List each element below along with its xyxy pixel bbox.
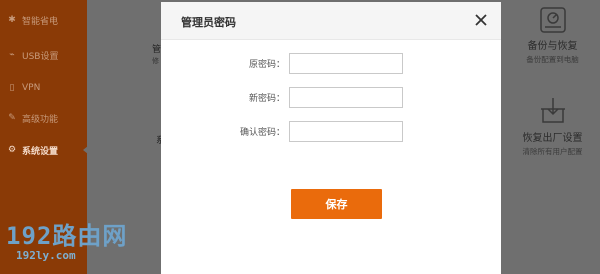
watermark-url: 192ly.com: [16, 249, 76, 262]
card-subtitle: 清除所有用户配置: [522, 147, 583, 156]
gear-icon: ⚙: [7, 145, 17, 155]
confirm-password-input[interactable]: [289, 121, 403, 142]
factory-reset-icon: [540, 98, 565, 123]
admin-password-dialog: 管理员密码 原密码： 新密码： 确认密码： 保存: [161, 2, 501, 274]
new-password-row: 新密码：: [161, 87, 501, 109]
old-password-row: 原密码：: [161, 53, 501, 75]
old-password-label: 原密码：: [248, 60, 285, 70]
partial-card-subtitle: 修: [152, 57, 159, 65]
card-subtitle: 备份配置到电脑: [526, 55, 579, 64]
confirm-password-row: 确认密码：: [161, 121, 501, 143]
new-password-label: 新密码：: [248, 94, 285, 104]
sidebar-item-system-settings[interactable]: ⚙ 系统设置: [0, 140, 88, 160]
vpn-icon: ▯: [9, 83, 15, 93]
sidebar-item-label: USB设置: [22, 51, 59, 62]
lightbulb-icon: ✱: [8, 15, 16, 25]
sidebar-item-label: VPN: [22, 83, 41, 93]
site-watermark: 192路由网 192ly.com: [6, 223, 127, 262]
factory-reset-card[interactable]: 恢复出厂设置 清除所有用户配置: [505, 96, 600, 157]
sidebar-item-vpn[interactable]: ▯ VPN: [0, 78, 87, 98]
card-title: 恢复出厂设置: [522, 133, 583, 144]
backup-restore-card[interactable]: 备份与恢复 备份配置到电脑: [505, 6, 600, 65]
dialog-title: 管理员密码: [181, 16, 236, 29]
partial-card-title: 管: [152, 45, 162, 55]
sidebar-item-usb[interactable]: ⌁ USB设置: [0, 45, 87, 65]
backup-drive-icon: [539, 7, 566, 33]
save-button[interactable]: 保存: [291, 189, 382, 219]
dialog-header: 管理员密码: [161, 2, 501, 40]
wrench-icon: ✎: [8, 113, 16, 123]
active-indicator: [83, 146, 88, 154]
new-password-input[interactable]: [289, 87, 403, 108]
sidebar-item-label: 高级功能: [22, 114, 59, 125]
confirm-password-label: 确认密码：: [239, 128, 285, 138]
sidebar-item-label: 智能省电: [22, 16, 59, 27]
sidebar-item-power-saving[interactable]: ✱ 智能省电: [0, 10, 87, 30]
usb-icon: ⌁: [9, 50, 15, 60]
close-icon[interactable]: [473, 12, 489, 28]
sidebar-item-label: 系统设置: [22, 146, 59, 157]
old-password-input[interactable]: [289, 53, 403, 74]
card-title: 备份与恢复: [527, 41, 578, 52]
sidebar-item-advanced[interactable]: ✎ 高级功能: [0, 108, 87, 128]
watermark-main: 192路由网: [6, 222, 128, 250]
